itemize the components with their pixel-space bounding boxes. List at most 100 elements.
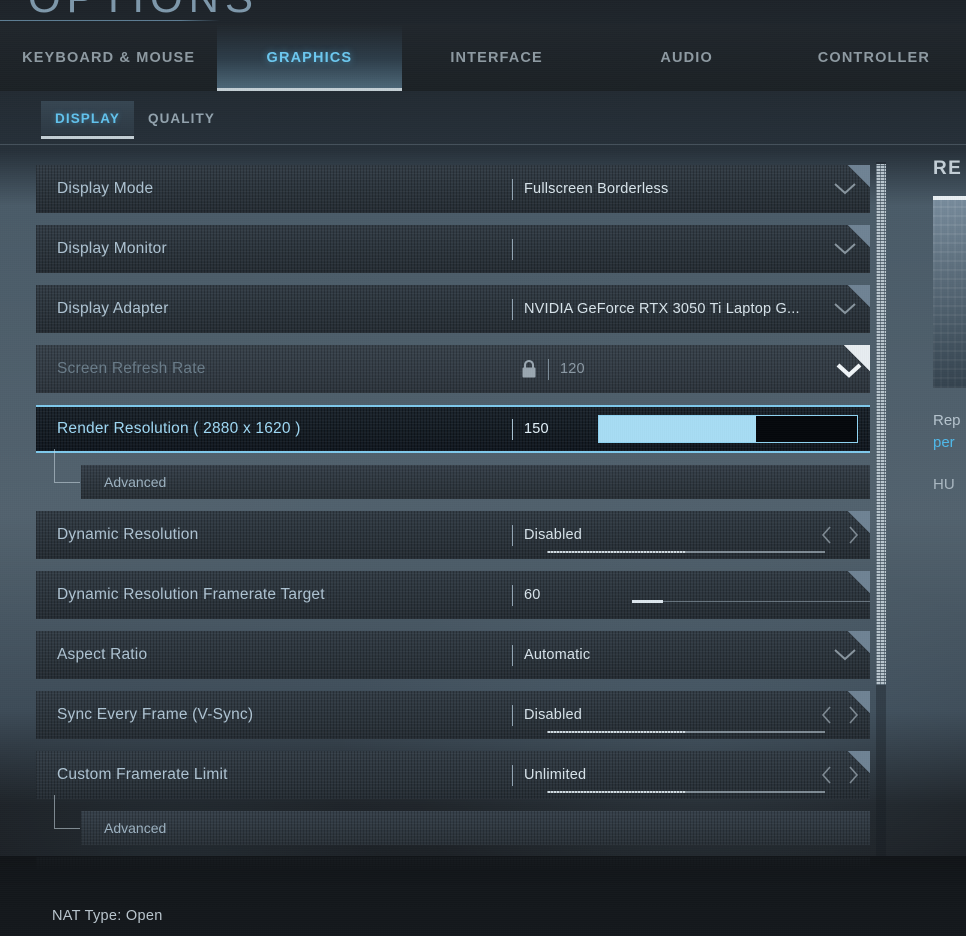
setting-value-area: Fullscreen Borderless bbox=[512, 165, 860, 213]
secondary-tabbar: DISPLAY QUALITY bbox=[0, 91, 966, 145]
preview-title: RE bbox=[933, 158, 966, 180]
render-resolution-slider[interactable] bbox=[598, 415, 858, 443]
chevron-left-icon[interactable] bbox=[820, 525, 834, 545]
value-separator bbox=[548, 359, 549, 380]
setting-value: 150 bbox=[524, 421, 549, 437]
chevron-down-icon[interactable] bbox=[834, 649, 856, 661]
chevron-left-icon[interactable] bbox=[820, 705, 834, 725]
setting-row-render-resolution[interactable]: Render Resolution ( 2880 x 1620 ) 150 bbox=[36, 405, 870, 453]
setting-value-area bbox=[512, 225, 860, 273]
setting-value: 60 bbox=[524, 587, 541, 603]
setting-row-screen-refresh-rate[interactable]: Screen Refresh Rate 120 bbox=[36, 345, 870, 393]
setting-label: Render Resolution ( 2880 x 1620 ) bbox=[36, 420, 301, 438]
option-indicator-fill bbox=[547, 551, 686, 553]
tab-graphics[interactable]: GRAPHICS bbox=[217, 24, 401, 91]
setting-value: 120 bbox=[560, 361, 585, 377]
setting-value-area: 120 bbox=[548, 345, 860, 393]
setting-row-advanced-render[interactable]: Advanced bbox=[81, 465, 870, 499]
setting-value: Disabled bbox=[524, 707, 582, 723]
setting-value: Unlimited bbox=[524, 767, 586, 783]
setting-child-wrapper: Advanced bbox=[36, 465, 870, 499]
setting-value-area: Automatic bbox=[512, 631, 860, 679]
tab-label: KEYBOARD & MOUSE bbox=[22, 50, 195, 66]
setting-label: Screen Refresh Rate bbox=[36, 360, 206, 378]
tree-connector bbox=[54, 449, 80, 483]
value-separator bbox=[512, 179, 513, 200]
footer-bar: NAT Type: Open bbox=[0, 856, 966, 936]
slider-fill bbox=[599, 416, 756, 442]
setting-row-sync-every-frame[interactable]: Sync Every Frame (V-Sync) Disabled bbox=[36, 691, 870, 739]
preview-description-highlight: per bbox=[933, 434, 955, 451]
value-separator bbox=[512, 765, 513, 786]
setting-value: Disabled bbox=[524, 527, 582, 543]
tab-label: AUDIO bbox=[660, 50, 712, 66]
setting-label: Sync Every Frame (V-Sync) bbox=[36, 706, 253, 724]
preview-description: Rep per bbox=[933, 410, 966, 454]
chevron-right-icon[interactable] bbox=[846, 705, 860, 725]
option-position-indicator bbox=[547, 791, 825, 793]
page-title: OPTIONS bbox=[28, 0, 259, 22]
option-indicator-fill bbox=[547, 791, 686, 793]
tab-interface[interactable]: INTERFACE bbox=[402, 24, 592, 91]
setting-label: Advanced bbox=[81, 820, 166, 836]
setting-row-display-adapter[interactable]: Display Adapter NVIDIA GeForce RTX 3050 … bbox=[36, 285, 870, 333]
option-position-indicator bbox=[547, 731, 825, 733]
chevron-down-icon[interactable] bbox=[834, 243, 856, 255]
lock-icon bbox=[521, 360, 537, 379]
subtab-label: DISPLAY bbox=[55, 111, 120, 126]
value-separator bbox=[512, 645, 513, 666]
option-indicator-fill bbox=[547, 731, 686, 733]
chevron-down-icon[interactable] bbox=[836, 363, 858, 375]
value-separator bbox=[512, 419, 513, 440]
scrollbar-thumb[interactable] bbox=[876, 164, 886, 685]
setting-row-display-monitor[interactable]: Display Monitor bbox=[36, 225, 870, 273]
settings-list: Display Mode Fullscreen Borderless Displ… bbox=[36, 165, 870, 855]
tree-connector bbox=[54, 795, 80, 829]
setting-label: Dynamic Resolution Framerate Target bbox=[36, 586, 325, 604]
stepper-controls bbox=[820, 525, 860, 545]
value-separator bbox=[512, 525, 513, 546]
primary-tabbar: KEYBOARD & MOUSE GRAPHICS INTERFACE AUDI… bbox=[0, 24, 966, 91]
setting-label: Aspect Ratio bbox=[36, 646, 147, 664]
preview-image bbox=[933, 196, 966, 388]
tab-label: INTERFACE bbox=[450, 50, 543, 66]
setting-row-custom-framerate-limit[interactable]: Custom Framerate Limit Unlimited bbox=[36, 751, 870, 799]
setting-label: Custom Framerate Limit bbox=[36, 766, 228, 784]
setting-row-advanced-framerate[interactable]: Advanced bbox=[81, 811, 870, 845]
settings-scrollbar[interactable] bbox=[876, 162, 886, 856]
tab-keyboard-and-mouse[interactable]: KEYBOARD & MOUSE bbox=[0, 24, 217, 91]
tab-label: CONTROLLER bbox=[818, 50, 930, 66]
setting-row-dynamic-resolution-framerate-target[interactable]: Dynamic Resolution Framerate Target 60 bbox=[36, 571, 870, 619]
chevron-right-icon[interactable] bbox=[846, 765, 860, 785]
setting-value: Fullscreen Borderless bbox=[524, 181, 668, 197]
subtab-quality[interactable]: QUALITY bbox=[134, 101, 229, 135]
setting-row-display-mode[interactable]: Display Mode Fullscreen Borderless bbox=[36, 165, 870, 213]
setting-label: Display Mode bbox=[36, 180, 153, 198]
tab-audio[interactable]: AUDIO bbox=[592, 24, 782, 91]
title-underline bbox=[0, 20, 220, 21]
subtab-display[interactable]: DISPLAY bbox=[41, 101, 134, 135]
tab-label: GRAPHICS bbox=[267, 50, 353, 66]
preview-description-line: Rep bbox=[933, 412, 961, 429]
framerate-target-slider[interactable] bbox=[632, 601, 870, 602]
preview-extra-text: HU bbox=[933, 476, 966, 493]
chevron-down-icon[interactable] bbox=[834, 183, 856, 195]
value-separator bbox=[512, 705, 513, 726]
value-separator bbox=[512, 299, 513, 320]
subtab-divider bbox=[0, 144, 966, 145]
chevron-down-icon[interactable] bbox=[834, 303, 856, 315]
setting-row-dynamic-resolution[interactable]: Dynamic Resolution Disabled bbox=[36, 511, 870, 559]
setting-label: Dynamic Resolution bbox=[36, 526, 198, 544]
slider-fill bbox=[632, 600, 663, 603]
tab-controller[interactable]: CONTROLLER bbox=[782, 24, 966, 91]
chevron-right-icon[interactable] bbox=[846, 525, 860, 545]
chevron-left-icon[interactable] bbox=[820, 765, 834, 785]
setting-value: NVIDIA GeForce RTX 3050 Ti Laptop G... bbox=[524, 301, 800, 317]
setting-row-aspect-ratio[interactable]: Aspect Ratio Automatic bbox=[36, 631, 870, 679]
setting-label: Display Adapter bbox=[36, 300, 169, 318]
nat-type-status: NAT Type: Open bbox=[52, 908, 163, 924]
setting-preview-panel: RE Rep per HU bbox=[933, 158, 966, 493]
subtab-label: QUALITY bbox=[148, 111, 215, 126]
option-position-indicator bbox=[547, 551, 825, 553]
setting-child-wrapper: Advanced bbox=[36, 811, 870, 845]
